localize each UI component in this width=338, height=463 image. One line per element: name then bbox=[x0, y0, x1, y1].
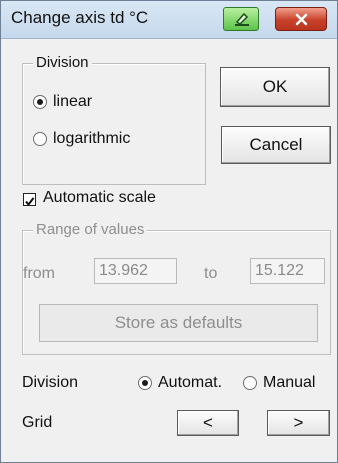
close-button[interactable] bbox=[275, 7, 327, 31]
range-groupbox: Range of values from 13.962 to 15.122 St… bbox=[22, 221, 331, 355]
division-groupbox: Division linear logarithmic bbox=[22, 54, 206, 185]
cancel-button[interactable]: Cancel bbox=[221, 126, 331, 164]
radio-manual-label: Manual bbox=[263, 374, 316, 391]
from-input[interactable]: 13.962 bbox=[94, 258, 177, 284]
radio-logarithmic-label: logarithmic bbox=[53, 130, 131, 147]
radio-linear-label: linear bbox=[53, 93, 93, 110]
pin-button[interactable] bbox=[223, 7, 259, 31]
radio-linear-indicator[interactable] bbox=[33, 95, 47, 109]
radio-automat[interactable]: Automat. bbox=[138, 374, 222, 392]
grid-prev-button[interactable]: < bbox=[177, 410, 239, 436]
radio-automat-label: Automat. bbox=[158, 374, 223, 391]
radio-manual-indicator[interactable] bbox=[243, 376, 257, 390]
store-defaults-button[interactable]: Store as defaults bbox=[39, 304, 318, 342]
radio-logarithmic-indicator[interactable] bbox=[33, 132, 47, 146]
radio-manual[interactable]: Manual bbox=[243, 374, 315, 392]
range-legend: Range of values bbox=[33, 221, 148, 238]
check-icon bbox=[25, 197, 35, 207]
to-input[interactable]: 15.122 bbox=[250, 258, 325, 284]
change-axis-dialog: Change axis td °C Division linear logari… bbox=[0, 0, 338, 463]
grid-next-button[interactable]: > bbox=[267, 410, 330, 436]
close-icon bbox=[295, 13, 308, 26]
radio-automat-indicator[interactable] bbox=[138, 376, 152, 390]
radio-logarithmic[interactable]: logarithmic bbox=[33, 130, 130, 148]
from-label: from bbox=[23, 265, 55, 282]
title-bar[interactable]: Change axis td °C bbox=[1, 1, 337, 39]
pin-icon bbox=[235, 12, 249, 26]
radio-linear[interactable]: linear bbox=[33, 93, 92, 111]
automatic-scale-checkbox[interactable] bbox=[23, 193, 36, 207]
ok-button[interactable]: OK bbox=[220, 67, 330, 107]
dialog-title: Change axis td °C bbox=[11, 8, 149, 27]
division-legend: Division bbox=[33, 54, 92, 71]
to-label: to bbox=[204, 265, 218, 282]
automatic-scale-label: Automatic scale bbox=[43, 189, 156, 206]
bottom-division-label: Division bbox=[22, 374, 79, 391]
grid-label: Grid bbox=[22, 414, 53, 431]
